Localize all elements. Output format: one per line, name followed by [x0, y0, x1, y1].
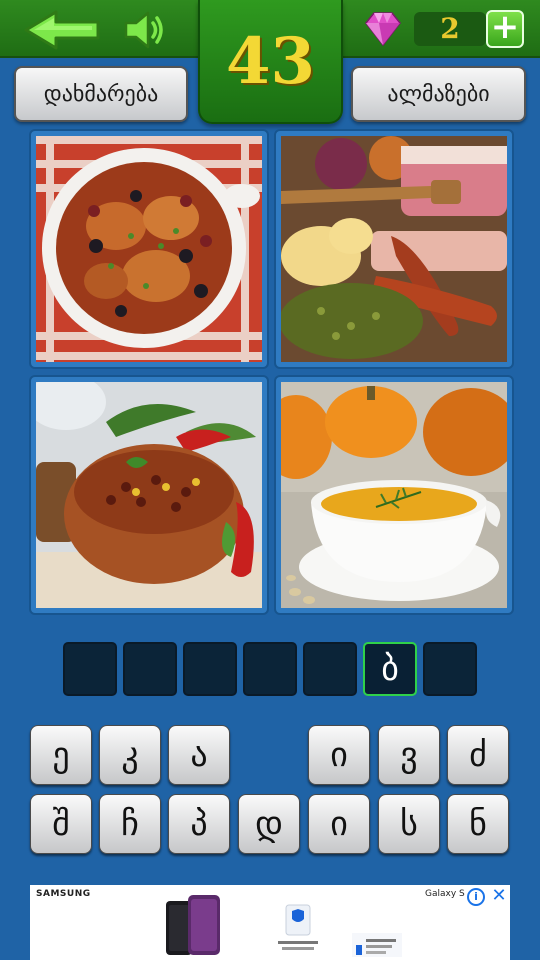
letter-key[interactable]: ი — [308, 794, 370, 854]
speaker-icon[interactable] — [122, 8, 170, 52]
letter-key[interactable]: ა — [168, 725, 230, 785]
back-arrow-icon[interactable] — [22, 8, 102, 52]
answer-slot[interactable] — [123, 642, 177, 696]
letter-key[interactable]: კ — [99, 725, 161, 785]
level-number: 43 — [225, 23, 316, 99]
level-badge: 43 — [198, 0, 343, 124]
pumpkin-soup-icon — [281, 382, 507, 608]
diamonds-button[interactable]: ალმაზები — [351, 66, 526, 122]
chicken-stew-icon — [36, 136, 262, 362]
picture-sausages[interactable] — [276, 131, 512, 367]
ad-product: Galaxy S — [425, 889, 465, 899]
chart-icon — [352, 933, 402, 957]
picture-pumpkin-soup[interactable] — [276, 377, 512, 613]
letter-key[interactable]: ჩ — [99, 794, 161, 854]
ad-banner[interactable]: SAMSUNG Galaxy S i ✕ — [30, 885, 510, 960]
letter-key[interactable]: ნ — [447, 794, 509, 854]
ad-brand: SAMSUNG — [36, 889, 91, 899]
answer-slot[interactable] — [423, 642, 477, 696]
ad-close-icon[interactable]: ✕ — [490, 887, 508, 905]
answer-slot[interactable] — [303, 642, 357, 696]
ad-info-icon[interactable]: i — [467, 888, 485, 906]
letter-key[interactable]: შ — [30, 794, 92, 854]
letter-key[interactable]: ს — [378, 794, 440, 854]
add-gems-button[interactable]: + — [486, 10, 524, 48]
letter-key[interactable]: ვ — [378, 725, 440, 785]
shield-icon — [278, 904, 318, 950]
answer-slot[interactable] — [63, 642, 117, 696]
diamond-icon — [362, 10, 404, 48]
letter-key[interactable]: ე — [30, 725, 92, 785]
letter-key[interactable]: დ — [238, 794, 300, 854]
letter-key[interactable]: ი — [308, 725, 370, 785]
phones-icon — [166, 895, 220, 955]
picture-chili-bowl[interactable] — [31, 377, 267, 613]
answer-slot[interactable] — [183, 642, 237, 696]
help-button[interactable]: დახმარება — [14, 66, 188, 122]
answer-slot-filled[interactable]: ბ — [363, 642, 417, 696]
chili-bean-bowl-icon — [36, 382, 262, 608]
picture-chicken-stew[interactable] — [31, 131, 267, 367]
gem-counter: 2 + — [362, 10, 524, 48]
letter-key[interactable]: პ — [168, 794, 230, 854]
sausages-meat-icon — [281, 136, 507, 362]
gem-count: 2 — [414, 12, 486, 46]
letter-key[interactable]: ძ — [447, 725, 509, 785]
answer-slot[interactable] — [243, 642, 297, 696]
